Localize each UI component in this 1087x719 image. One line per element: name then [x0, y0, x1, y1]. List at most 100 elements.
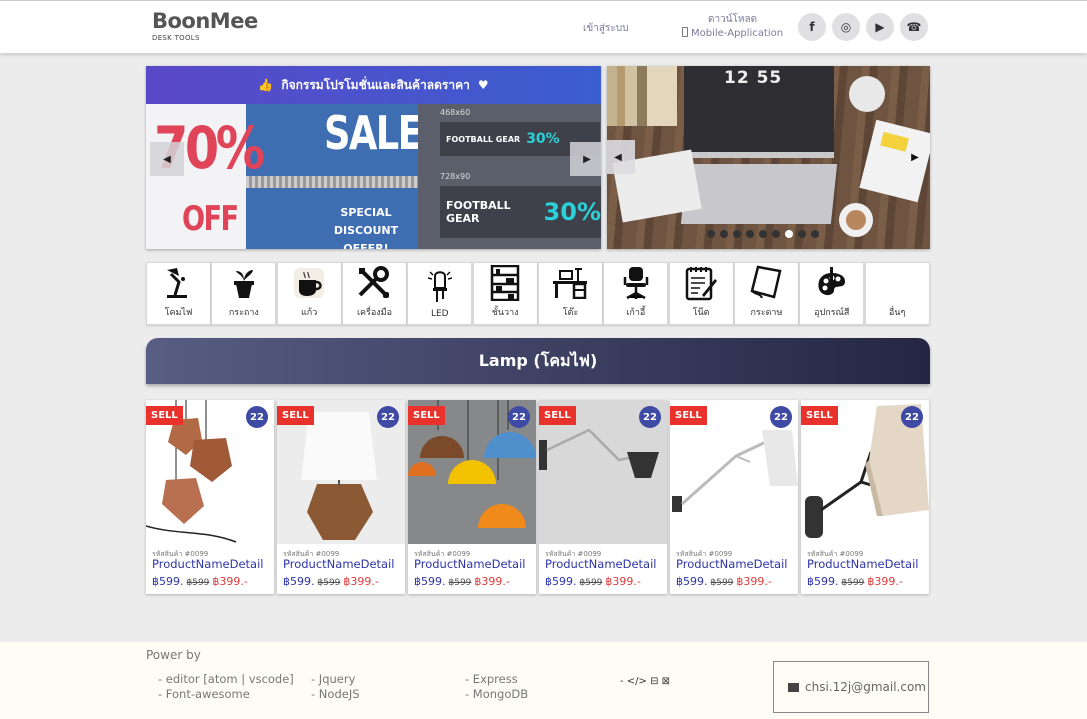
ad-small-pct: 30% — [526, 131, 560, 147]
slider-dot[interactable] — [720, 230, 728, 238]
category-item[interactable]: กระดาษ — [733, 262, 799, 325]
tools-icon — [354, 264, 394, 302]
slider-dot[interactable] — [811, 230, 819, 238]
keyboard-photo-part — [680, 164, 838, 224]
sell-badge: SELL — [277, 406, 314, 425]
download-label: ดาวน์โหลด — [707, 14, 758, 25]
coffee-cup-icon — [289, 264, 329, 302]
product-name[interactable]: ProductNameDetail — [545, 557, 663, 571]
special-offer-line2: OFFER! — [343, 242, 389, 249]
code-icons: - </> ⊟ ⊠ — [620, 676, 671, 687]
sale-text: SALE — [324, 106, 418, 160]
phone-icon[interactable]: ☎ — [900, 13, 928, 41]
youtube-icon[interactable]: ▶ — [866, 13, 894, 41]
product-name[interactable]: ProductNameDetail — [807, 557, 925, 571]
slider-dot[interactable] — [759, 230, 767, 238]
ad-large-title: FOOTBALL GEAR — [446, 199, 511, 225]
category-label: กระถาง — [228, 308, 259, 318]
product-name[interactable]: ProductNameDetail — [414, 557, 532, 571]
slider-dot[interactable] — [798, 230, 806, 238]
category-item[interactable]: เครื่องมือ — [341, 262, 407, 325]
sale-price: ฿399.- — [474, 575, 510, 588]
ad-box-large: FOOTBALL GEAR 30% — [440, 186, 601, 238]
mobile-icon — [682, 27, 688, 37]
count-badge: 22 — [901, 406, 923, 428]
footer-col-2: - Jquery - NodeJS — [311, 672, 360, 702]
paper-icon — [746, 264, 786, 302]
product-name[interactable]: ProductNameDetail — [283, 557, 401, 571]
product-prices: ฿599. ฿599 ฿399.- — [807, 575, 903, 588]
old-price: ฿599 — [710, 578, 734, 588]
footer-item: - Font-awesome — [158, 687, 250, 701]
product-name[interactable]: ProductNameDetail — [676, 557, 794, 571]
product-card[interactable]: SELL 22 รหัสสินค้า #0099 ProductNameDetail ฿… — [801, 400, 929, 594]
category-blank-icon — [877, 264, 917, 302]
promo-image[interactable]: 70% OFF SALE SPECIAL DISCOUNT OFFER! ◀ 4… — [146, 104, 601, 249]
hero-prev-arrow[interactable]: ◀ — [607, 140, 635, 174]
category-item[interactable]: LED — [407, 262, 473, 325]
product-card[interactable]: SELL 22 รหัสสินค้า #0099 ProductNameDetail ฿… — [277, 400, 405, 594]
footer-item: - Jquery — [311, 672, 356, 686]
product-prices: ฿599. ฿599 ฿399.- — [676, 575, 772, 588]
promo-prev-arrow[interactable]: ◀ — [150, 142, 184, 176]
product-prices: ฿599. ฿599 ฿399.- — [545, 575, 641, 588]
brand-subtitle: DESK TOOLS — [152, 34, 200, 42]
slider-dot[interactable] — [746, 230, 754, 238]
laptop-clock: 12 55 — [724, 68, 783, 88]
email-contact[interactable]: chsi.12j@gmail.com — [773, 661, 929, 713]
price: ฿599. — [545, 575, 577, 588]
mobile-app-label: Mobile-Application — [691, 28, 784, 39]
lamp-photo-part — [849, 76, 885, 112]
product-prices: ฿599. ฿599 ฿399.- — [283, 575, 379, 588]
led-icon — [420, 268, 460, 306]
footer-item: - NodeJS — [311, 687, 360, 701]
footer-item: - editor [atom | vscode] — [158, 672, 294, 686]
sell-badge: SELL — [146, 406, 183, 425]
slider-dot[interactable] — [772, 230, 780, 238]
category-label: แก้ว — [300, 308, 318, 318]
login-link[interactable]: เข้าสู่ระบบ — [583, 21, 628, 36]
category-item[interactable]: โน๊ต — [668, 262, 734, 325]
zipper-graphic — [246, 176, 418, 188]
category-item[interactable]: โต๊ะ — [537, 262, 603, 325]
category-item[interactable]: แก้ว — [276, 262, 342, 325]
hero-slider[interactable]: 12 55 ◀ ▶ — [607, 66, 930, 249]
product-card[interactable]: SELL 22 รหัสสินค้า #0099 ProductNameDetail ฿… — [146, 400, 274, 594]
promo-title-bar[interactable]: 👍 กิจกรรมโปรโมชั่นและสินค้าลดราคา ♥ — [146, 66, 601, 104]
footer-item: - Express — [465, 672, 518, 686]
product-card[interactable]: SELL 22 รหัสสินค้า #0099 ProductNameDetail ฿… — [539, 400, 667, 594]
category-item[interactable]: ชั้นวาง — [472, 262, 538, 325]
laptop-photo-part: 12 55 — [684, 66, 834, 158]
old-price: ฿599 — [579, 578, 603, 588]
price: ฿599. — [283, 575, 315, 588]
category-bar: โคมไฟ กระถาง แก้ว เครื่องมือ LED ชั้นวาง โต๊ะ เ… — [146, 262, 930, 325]
top-navbar: BoonMee DESK TOOLS เข้าสู่ระบบ ดาวน์โหลด… — [0, 0, 1087, 53]
product-name[interactable]: ProductNameDetail — [152, 557, 270, 571]
slider-dot[interactable] — [733, 230, 741, 238]
promo-next-arrow[interactable]: ▶ — [570, 142, 601, 176]
category-label: กระดาษ — [750, 308, 783, 318]
category-item[interactable]: เก้าอี้ — [603, 262, 669, 325]
category-item[interactable]: กระถาง — [211, 262, 277, 325]
special-offer-text: SPECIAL DISCOUNT OFFER! — [314, 204, 418, 249]
books-photo-part — [607, 66, 677, 126]
facebook-icon[interactable]: f — [798, 13, 826, 41]
product-card[interactable]: SELL 22 รหัสสินค้า #0099 ProductNameDetail ฿… — [408, 400, 536, 594]
category-label: เก้าอี้ — [626, 308, 646, 318]
category-item[interactable]: โคมไฟ — [146, 262, 211, 325]
download-app-link[interactable]: ดาวน์โหลด Mobile-Application — [682, 13, 783, 41]
old-price: ฿599 — [448, 578, 472, 588]
category-item[interactable]: อุปกรณ์สี — [799, 262, 865, 325]
product-card[interactable]: SELL 22 รหัสสินค้า #0099 ProductNameDetail ฿… — [670, 400, 798, 594]
slider-dot[interactable] — [707, 230, 715, 238]
promo-title: กิจกรรมโปรโมชั่นและสินค้าลดราคา — [281, 77, 470, 92]
desk-lamp-icon — [158, 264, 198, 302]
product-grid: SELL 22 รหัสสินค้า #0099 ProductNameDetail ฿… — [146, 400, 930, 594]
brand-logo[interactable]: BoonMee DESK TOOLS — [152, 9, 258, 42]
category-item[interactable]: อื่นๆ — [864, 262, 930, 325]
category-label: ชั้นวาง — [491, 308, 519, 318]
hero-next-arrow[interactable]: ▶ — [898, 140, 930, 174]
instagram-icon[interactable]: ◎ — [832, 13, 860, 41]
slider-dot[interactable] — [785, 230, 793, 238]
price: ฿599. — [807, 575, 839, 588]
